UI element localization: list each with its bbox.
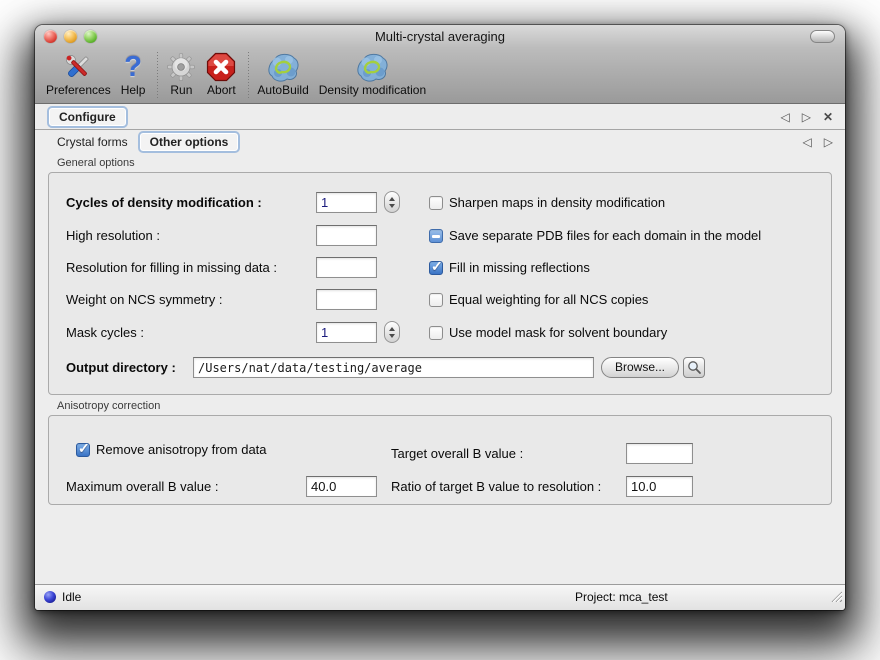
ncs-weight-input[interactable] bbox=[316, 289, 377, 310]
checkbox-equal-weighting[interactable]: Equal weighting for all NCS copies bbox=[429, 292, 648, 307]
density-modification-button[interactable]: Density modification bbox=[319, 50, 426, 97]
project-label: Project: mca_test bbox=[575, 590, 668, 604]
inner-tab-bar: Crystal forms Other options bbox=[35, 130, 845, 154]
anisotropy-groupbox: Remove anisotropy from data Target overa… bbox=[48, 415, 832, 505]
max-b-value-input[interactable] bbox=[306, 476, 377, 497]
cycles-density-mod-label: Cycles of density modification : bbox=[66, 195, 262, 210]
high-resolution-label: High resolution : bbox=[66, 228, 160, 243]
preferences-button[interactable]: Preferences bbox=[46, 50, 111, 97]
abort-icon bbox=[206, 50, 236, 83]
resolution-filling-label: Resolution for filling in missing data : bbox=[66, 260, 277, 275]
toolbar-toggle-button[interactable] bbox=[810, 30, 835, 43]
cycles-density-mod-stepper[interactable] bbox=[384, 191, 400, 213]
toolbar: Preferences ? Help bbox=[35, 48, 845, 104]
checkbox-label: Remove anisotropy from data bbox=[96, 442, 267, 457]
mask-cycles-stepper[interactable] bbox=[384, 321, 400, 343]
protein-density-icon bbox=[355, 50, 389, 83]
cycles-density-mod-input[interactable] bbox=[316, 192, 377, 213]
checkbox-model-mask[interactable]: Use model mask for solvent boundary bbox=[429, 325, 667, 340]
inner-tab-nav bbox=[803, 136, 833, 148]
autobuild-button[interactable]: AutoBuild bbox=[257, 50, 308, 97]
checkbox-checked-icon bbox=[76, 443, 90, 457]
window-title: Multi-crystal averaging bbox=[35, 29, 845, 44]
high-resolution-input[interactable] bbox=[316, 225, 377, 246]
checkbox-label: Equal weighting for all NCS copies bbox=[449, 292, 648, 307]
abort-button[interactable]: Abort bbox=[206, 50, 236, 97]
tab-crystal-forms[interactable]: Crystal forms bbox=[47, 131, 138, 153]
stepper-up-icon[interactable] bbox=[389, 327, 395, 331]
preferences-label: Preferences bbox=[46, 83, 111, 97]
protein-density-icon bbox=[266, 50, 300, 83]
run-label: Run bbox=[170, 83, 192, 97]
gear-icon bbox=[166, 50, 196, 83]
checkbox-unchecked-icon bbox=[429, 196, 443, 210]
title-bar[interactable]: Multi-crystal averaging bbox=[35, 25, 845, 48]
tab-scroll-left-icon[interactable] bbox=[780, 111, 789, 123]
checkbox-checked-icon bbox=[429, 261, 443, 275]
checkbox-save-pdb-files[interactable]: Save separate PDB files for each domain … bbox=[429, 228, 761, 243]
mask-cycles-input[interactable] bbox=[316, 322, 377, 343]
target-b-value-label: Target overall B value : bbox=[391, 446, 523, 461]
ncs-weight-label: Weight on NCS symmetry : bbox=[66, 292, 223, 307]
browse-button[interactable]: Browse... bbox=[601, 357, 679, 378]
autobuild-label: AutoBuild bbox=[257, 83, 308, 97]
help-icon: ? bbox=[124, 50, 142, 83]
ratio-b-value-label: Ratio of target B value to resolution : bbox=[391, 479, 601, 494]
stepper-down-icon[interactable] bbox=[389, 334, 395, 338]
help-label: Help bbox=[121, 83, 146, 97]
density-modification-label: Density modification bbox=[319, 83, 426, 97]
ratio-b-value-input[interactable] bbox=[626, 476, 693, 497]
resolution-filling-input[interactable] bbox=[316, 257, 377, 278]
run-button[interactable]: Run bbox=[166, 50, 196, 97]
checkbox-sharpen-maps[interactable]: Sharpen maps in density modification bbox=[429, 195, 665, 210]
tools-icon bbox=[62, 50, 94, 83]
tab-other-options[interactable]: Other options bbox=[138, 131, 241, 153]
checkbox-label: Use model mask for solvent boundary bbox=[449, 325, 667, 340]
checkbox-label: Save separate PDB files for each domain … bbox=[449, 228, 761, 243]
toolbar-separator bbox=[157, 52, 158, 98]
abort-label: Abort bbox=[207, 83, 236, 97]
general-options-section-label: General options bbox=[57, 157, 135, 169]
tab-scroll-left-icon[interactable] bbox=[803, 136, 812, 148]
checkbox-unchecked-icon bbox=[429, 293, 443, 307]
status-bar: Idle Project: mca_test bbox=[35, 584, 845, 610]
tab-configure-label: Configure bbox=[59, 110, 116, 124]
checkbox-fill-missing-reflections[interactable]: Fill in missing reflections bbox=[429, 260, 590, 275]
view-directory-button[interactable] bbox=[683, 357, 705, 378]
tab-other-options-label: Other options bbox=[150, 135, 229, 149]
checkbox-indeterminate-icon bbox=[429, 229, 443, 243]
max-b-value-label: Maximum overall B value : bbox=[66, 479, 218, 494]
status-indicator-icon bbox=[44, 591, 56, 603]
anisotropy-section-label: Anisotropy correction bbox=[57, 400, 160, 412]
tab-close-icon[interactable] bbox=[823, 111, 833, 123]
tab-configure[interactable]: Configure bbox=[47, 106, 128, 128]
checkbox-unchecked-icon bbox=[429, 326, 443, 340]
checkbox-label: Fill in missing reflections bbox=[449, 260, 590, 275]
outer-tab-nav bbox=[780, 111, 833, 123]
output-directory-input[interactable] bbox=[193, 357, 594, 378]
checkbox-remove-anisotropy[interactable]: Remove anisotropy from data bbox=[76, 442, 267, 457]
app-window: Multi-crystal averaging Preferenc bbox=[35, 25, 845, 610]
resize-grip[interactable] bbox=[829, 589, 842, 607]
magnifier-icon bbox=[687, 360, 702, 375]
mask-cycles-label: Mask cycles : bbox=[66, 325, 144, 340]
tab-crystal-forms-label: Crystal forms bbox=[57, 135, 128, 149]
stepper-up-icon[interactable] bbox=[389, 197, 395, 201]
outer-tab-bar: Configure bbox=[35, 104, 845, 130]
tab-scroll-right-icon[interactable] bbox=[824, 136, 833, 148]
output-directory-label: Output directory : bbox=[66, 360, 176, 375]
checkbox-label: Sharpen maps in density modification bbox=[449, 195, 665, 210]
target-b-value-input[interactable] bbox=[626, 443, 693, 464]
help-button[interactable]: ? Help bbox=[121, 50, 146, 97]
toolbar-separator bbox=[248, 52, 249, 98]
stepper-down-icon[interactable] bbox=[389, 204, 395, 208]
tab-scroll-right-icon[interactable] bbox=[802, 111, 811, 123]
status-text: Idle bbox=[62, 590, 81, 604]
general-options-groupbox: Cycles of density modification : High re… bbox=[48, 172, 832, 395]
options-panel: General options Cycles of density modifi… bbox=[35, 154, 845, 584]
